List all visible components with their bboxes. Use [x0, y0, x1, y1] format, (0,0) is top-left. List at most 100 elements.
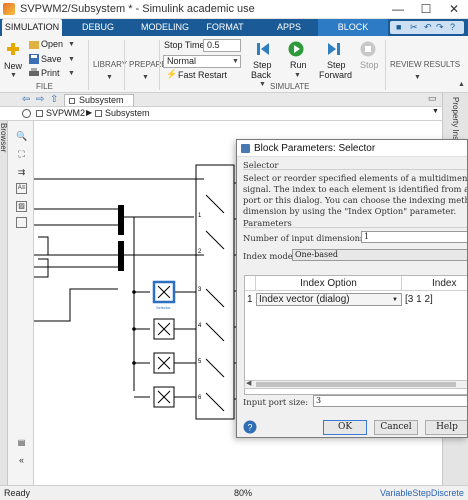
print-dropdown-icon[interactable]: ▼: [68, 70, 75, 77]
index-value-cell[interactable]: [3 1 2]: [405, 294, 433, 305]
inport-block: [34, 236, 49, 256]
save-dropdown-icon[interactable]: ▼: [68, 56, 75, 63]
ribbon-separator: [385, 40, 386, 90]
help-icon[interactable]: ?: [243, 420, 257, 434]
tab-simulation[interactable]: SIMULATION: [2, 19, 62, 36]
help-quick-icon[interactable]: ?: [450, 21, 455, 34]
title-bar: SVPWM2/Subsystem * - Simulink academic u…: [0, 0, 468, 19]
mux-block: [118, 205, 124, 235]
port-label: 1: [198, 213, 202, 219]
subsystem-tab-icon: [69, 98, 75, 104]
switch-subsystem-block: [195, 164, 235, 420]
breadcrumb-arrow-icon: ▶: [86, 108, 93, 117]
save-button[interactable]: Save: [41, 54, 62, 64]
step-back-button[interactable]: Step: [253, 60, 272, 70]
simulation-mode-select[interactable]: Normal: [163, 55, 241, 68]
minimize-button[interactable]: —: [384, 1, 412, 18]
image-icon[interactable]: ▨: [16, 201, 27, 212]
tab-modeling[interactable]: MODELING: [134, 19, 196, 36]
maximize-button[interactable]: ☐: [412, 1, 440, 18]
table-header-index: Index: [401, 276, 467, 291]
quick-access-toolbar: ■ ✂ ↶ ↷ ?: [390, 21, 464, 34]
explorer-bar-icon[interactable]: ▤: [16, 437, 27, 448]
breadcrumb-subsystem[interactable]: Subsystem: [105, 108, 150, 118]
redo-quick-icon[interactable]: ↷: [436, 21, 444, 34]
ok-button[interactable]: OK: [323, 420, 367, 435]
cancel-button[interactable]: Cancel: [374, 420, 418, 435]
open-dropdown-icon[interactable]: ▼: [68, 41, 75, 48]
dialog-title: Block Parameters: Selector: [254, 143, 376, 154]
open-button[interactable]: Open: [41, 39, 63, 49]
tab-menu-icon[interactable]: ▭: [428, 93, 437, 104]
block-parameters-icon: [241, 144, 250, 153]
model-hierarchy-icon[interactable]: [22, 109, 31, 118]
library-dropdown-icon[interactable]: ▼: [106, 74, 113, 81]
library-button[interactable]: LIBRARY: [93, 60, 127, 69]
index-option-select[interactable]: Index vector (dialog) ▼: [256, 293, 402, 306]
zoom-icon[interactable]: 🔍: [16, 131, 27, 142]
inport-block: [34, 258, 49, 278]
port-size-input[interactable]: 3: [313, 395, 467, 407]
close-button[interactable]: ✕: [440, 1, 468, 18]
ribbon-collapse-icon[interactable]: ▲: [458, 81, 465, 88]
forward-arrow-icon[interactable]: ⇨: [36, 94, 44, 105]
breadcrumb-model[interactable]: SVPWM2: [46, 108, 85, 118]
model-browser-strip[interactable]: Model Browser: [0, 93, 8, 485]
save-quick-icon[interactable]: ■: [396, 21, 401, 34]
ribbon-tabs: SIMULATION DEBUG MODELING FORMAT APPS BL…: [0, 19, 468, 36]
tab-apps[interactable]: APPS: [264, 19, 314, 36]
stop-button[interactable]: Stop: [360, 60, 379, 70]
run-dropdown-icon[interactable]: ▼: [294, 72, 301, 79]
index-mode-select[interactable]: One-based: [292, 249, 467, 261]
tab-debug[interactable]: DEBUG: [70, 19, 126, 36]
window-title: SVPWM2/Subsystem * - Simulink academic u…: [20, 3, 255, 15]
switch-contact-line: [205, 392, 225, 412]
fast-restart-icon: ⚡: [166, 69, 178, 79]
run-button[interactable]: Run: [290, 60, 307, 70]
back-arrow-icon[interactable]: ⇦: [22, 94, 30, 105]
new-dropdown-icon[interactable]: ▼: [10, 72, 17, 79]
index-option-value: Index vector (dialog): [259, 294, 350, 305]
breadcrumb-dropdown-icon[interactable]: ▼: [432, 108, 439, 115]
subsystem-tab-label: Subsystem: [79, 95, 124, 105]
mode-dropdown-icon[interactable]: ▼: [232, 58, 239, 65]
table-horizontal-scrollbar[interactable]: ◀: [244, 379, 467, 389]
prepare-dropdown-icon[interactable]: ▼: [142, 74, 149, 81]
selector-block-label: Selector: [156, 305, 171, 310]
new-icon: [7, 43, 19, 55]
new-button[interactable]: New: [4, 61, 22, 71]
dialog-description: Select or reorder specified elements of …: [243, 173, 468, 217]
fast-restart-button[interactable]: Fast Restart: [178, 70, 227, 80]
section-divider: [243, 169, 467, 170]
scroll-left-icon[interactable]: ◀: [246, 379, 251, 387]
switch-contact-line: [205, 194, 225, 214]
tab-format[interactable]: FORMAT: [200, 19, 250, 36]
review-results-button[interactable]: REVIEW RESULTS: [390, 60, 460, 69]
undo-quick-icon[interactable]: ↶: [424, 21, 432, 34]
cut-quick-icon[interactable]: ✂: [410, 21, 418, 34]
step-back-dropdown-icon[interactable]: ▼: [259, 81, 266, 88]
description-line: Select or reorder specified elements of …: [243, 173, 468, 183]
collapse-panel-icon[interactable]: «: [16, 455, 27, 466]
help-button[interactable]: Help: [425, 420, 467, 435]
fit-view-icon[interactable]: ⛶: [16, 149, 27, 160]
port-label: 4: [198, 323, 202, 329]
step-forward-button[interactable]: Step: [327, 60, 346, 70]
solver-link[interactable]: VariableStepDiscrete: [380, 488, 464, 498]
subsystem-tab[interactable]: Subsystem: [64, 94, 134, 106]
annotation-icon[interactable]: A≡: [16, 183, 27, 194]
prepare-button[interactable]: PREPARE: [129, 60, 167, 69]
up-arrow-icon[interactable]: ⇧: [50, 94, 58, 105]
print-button[interactable]: Print: [41, 68, 60, 78]
subsystem-icon: [95, 110, 102, 117]
tab-block[interactable]: BLOCK: [318, 19, 388, 36]
area-icon[interactable]: [16, 217, 27, 228]
switch-contact-line: [205, 322, 225, 342]
stop-icon: [360, 41, 376, 57]
arrow-route-icon[interactable]: ⇉: [16, 167, 27, 178]
zoom-level: 80%: [234, 488, 253, 498]
scrollbar-thumb[interactable]: [256, 382, 456, 387]
stop-time-input[interactable]: 0.5: [203, 39, 241, 52]
review-results-dropdown-icon[interactable]: ▼: [414, 74, 421, 81]
num-dims-input[interactable]: 1: [361, 231, 467, 243]
